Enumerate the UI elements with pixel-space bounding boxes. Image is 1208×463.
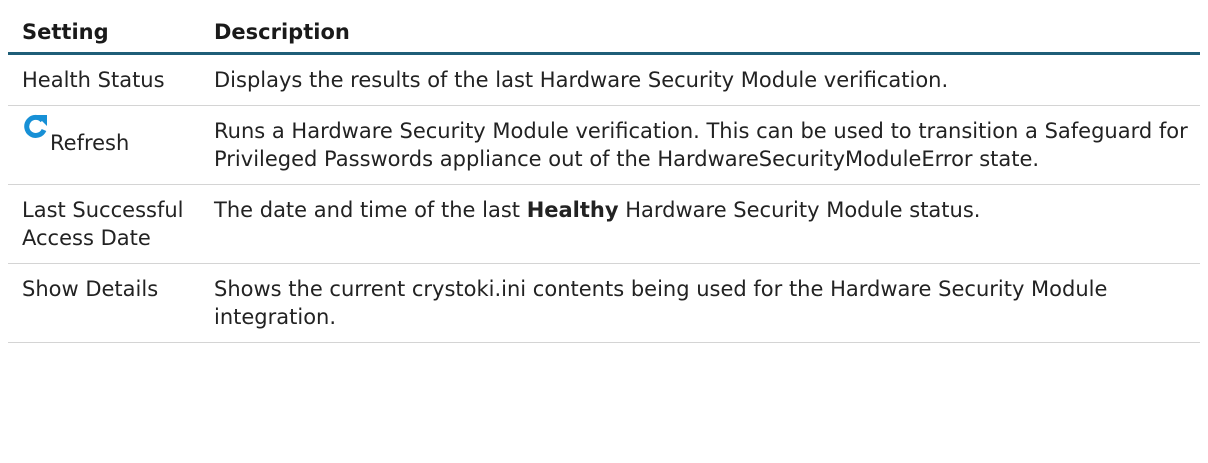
table-row: Last Successful Access Date The date and…: [8, 184, 1200, 264]
setting-health-status: Health Status: [8, 53, 200, 106]
refresh-label: Refresh: [50, 131, 130, 155]
setting-last-successful-access-date: Last Successful Access Date: [8, 184, 200, 264]
description-text-after: Hardware Security Module status.: [618, 198, 981, 222]
table-row: Refresh Runs a Hardware Security Module …: [8, 105, 1200, 185]
healthy-emphasis: Healthy: [526, 198, 619, 222]
description-last-successful-access-date: The date and time of the last Healthy Ha…: [200, 184, 1200, 264]
table-row: Show Details Shows the current crystoki.…: [8, 263, 1200, 343]
description-refresh: Runs a Hardware Security Module verifica…: [200, 105, 1200, 185]
setting-show-details: Show Details: [8, 263, 200, 343]
refresh-icon[interactable]: [22, 114, 48, 140]
header-description: Description: [200, 12, 1200, 55]
header-row: Setting Description: [8, 12, 1200, 55]
table-row: Health Status Displays the results of th…: [8, 53, 1200, 106]
description-text-before: The date and time of the last: [214, 198, 527, 222]
settings-table: Setting Description Health Status Displa…: [8, 12, 1200, 343]
header-setting: Setting: [8, 12, 200, 55]
refresh-button[interactable]: Refresh: [22, 114, 129, 155]
description-show-details: Shows the current crystoki.ini contents …: [200, 263, 1200, 343]
description-health-status: Displays the results of the last Hardwar…: [200, 53, 1200, 106]
setting-refresh-cell: Refresh: [8, 105, 200, 185]
